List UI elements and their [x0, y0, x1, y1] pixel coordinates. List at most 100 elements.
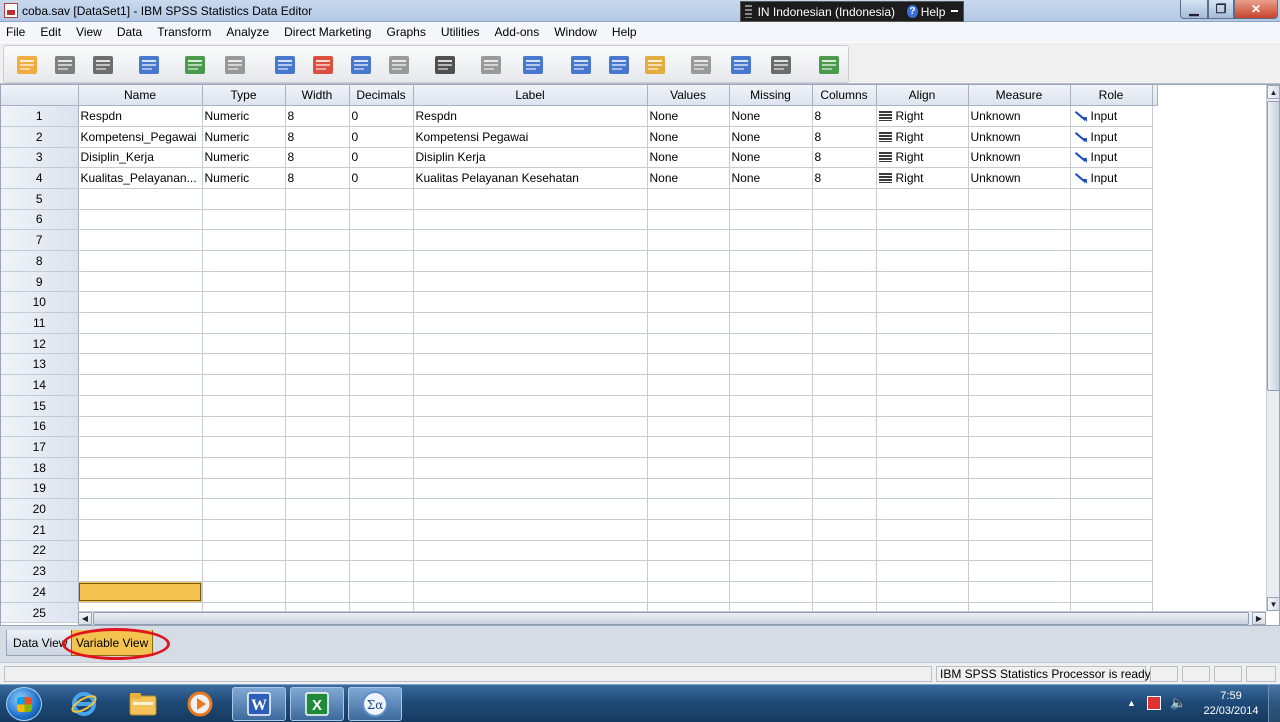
- cell-type[interactable]: [202, 271, 286, 293]
- cell-label[interactable]: [413, 271, 648, 293]
- cell-name[interactable]: [78, 457, 203, 479]
- menu-utilities[interactable]: Utilities: [441, 25, 480, 39]
- cell-missing[interactable]: None: [729, 105, 813, 127]
- cell-align[interactable]: [876, 188, 969, 210]
- column-header-values[interactable]: Values: [647, 85, 730, 107]
- cell-missing[interactable]: [729, 250, 813, 272]
- cell-measure[interactable]: [968, 229, 1071, 251]
- show-hidden-icons-icon[interactable]: ▲: [1127, 698, 1136, 708]
- cell-columns[interactable]: 8: [812, 167, 877, 189]
- cell-width[interactable]: 8: [285, 147, 350, 169]
- cell-missing[interactable]: [729, 374, 813, 396]
- cell-align[interactable]: [876, 457, 969, 479]
- cell-decimals[interactable]: [349, 498, 414, 520]
- cell-align[interactable]: [876, 271, 969, 293]
- cell-columns[interactable]: 8: [812, 147, 877, 169]
- cell-missing[interactable]: [729, 209, 813, 231]
- cell-align[interactable]: [876, 312, 969, 334]
- row-header[interactable]: 9: [1, 271, 79, 293]
- cell-missing[interactable]: [729, 229, 813, 251]
- cell-decimals[interactable]: [349, 519, 414, 541]
- cell-name[interactable]: [78, 250, 203, 272]
- cell-label[interactable]: [413, 229, 648, 251]
- cell-name[interactable]: Kompetensi_Pegawai: [78, 126, 203, 148]
- cell-decimals[interactable]: 0: [349, 147, 414, 169]
- cell-name[interactable]: [78, 291, 203, 314]
- cell-width[interactable]: [285, 478, 350, 500]
- split-file-icon[interactable]: [566, 50, 596, 80]
- cell-name[interactable]: [78, 374, 203, 396]
- cell-missing[interactable]: [729, 457, 813, 479]
- column-header-label[interactable]: Label: [413, 85, 648, 107]
- cell-align[interactable]: [876, 416, 969, 438]
- cell-type[interactable]: [202, 209, 286, 231]
- cell-role[interactable]: [1070, 312, 1153, 334]
- cell-values[interactable]: [647, 250, 730, 272]
- cell-values[interactable]: [647, 209, 730, 231]
- cell-role[interactable]: [1070, 519, 1153, 541]
- cell-width[interactable]: [285, 271, 350, 293]
- word-icon[interactable]: W: [232, 687, 286, 721]
- cell-columns[interactable]: [812, 478, 877, 500]
- cell-align[interactable]: Right: [876, 105, 969, 127]
- row-header[interactable]: 17: [1, 436, 79, 458]
- goto-variable-icon[interactable]: [308, 50, 338, 80]
- cell-role[interactable]: [1070, 333, 1153, 355]
- cell-values[interactable]: [647, 436, 730, 458]
- cell-width[interactable]: [285, 581, 350, 603]
- cell-role[interactable]: [1070, 540, 1153, 562]
- cell-measure[interactable]: [968, 333, 1071, 355]
- cell-role[interactable]: [1070, 250, 1153, 272]
- cell-columns[interactable]: [812, 581, 877, 603]
- cell-role[interactable]: Input: [1070, 167, 1153, 189]
- cell-columns[interactable]: [812, 395, 877, 417]
- row-header[interactable]: 1: [1, 105, 79, 127]
- open-data-icon[interactable]: [12, 50, 42, 80]
- cell-measure[interactable]: Unknown: [968, 167, 1071, 189]
- column-header-missing[interactable]: Missing: [729, 85, 813, 107]
- cell-name[interactable]: [78, 209, 203, 231]
- cell-label[interactable]: [413, 353, 648, 376]
- cell-align[interactable]: [876, 560, 969, 582]
- cell-decimals[interactable]: 0: [349, 126, 414, 148]
- cell-missing[interactable]: [729, 291, 813, 314]
- cell-columns[interactable]: [812, 519, 877, 541]
- cell-role[interactable]: [1070, 581, 1153, 603]
- menu-add-ons[interactable]: Add-ons: [495, 25, 540, 39]
- cell-type[interactable]: [202, 250, 286, 272]
- tab-variable-view[interactable]: Variable View: [71, 630, 154, 656]
- cell-measure[interactable]: [968, 560, 1071, 582]
- cell-missing[interactable]: [729, 395, 813, 417]
- cell-align[interactable]: [876, 209, 969, 231]
- row-header[interactable]: 15: [1, 395, 79, 417]
- internet-explorer-icon[interactable]: [57, 687, 111, 721]
- row-header[interactable]: 11: [1, 312, 79, 334]
- cell-measure[interactable]: [968, 250, 1071, 272]
- cell-measure[interactable]: [968, 436, 1071, 458]
- cell-measure[interactable]: [968, 581, 1071, 603]
- cell-missing[interactable]: None: [729, 126, 813, 148]
- cell-type[interactable]: [202, 478, 286, 500]
- vertical-scroll-thumb[interactable]: [1267, 101, 1279, 391]
- cell-align[interactable]: Right: [876, 126, 969, 148]
- cell-missing[interactable]: [729, 436, 813, 458]
- spss-app-icon[interactable]: [4, 3, 18, 18]
- spell-check-icon[interactable]: [814, 50, 844, 80]
- cell-type[interactable]: Numeric: [202, 167, 286, 189]
- column-header-align[interactable]: Align: [876, 85, 969, 107]
- cell-role[interactable]: [1070, 436, 1153, 458]
- horizontal-scrollbar[interactable]: ◀ ▶: [78, 611, 1266, 625]
- selected-cell[interactable]: [78, 581, 203, 603]
- language-help-button[interactable]: Help: [921, 5, 946, 19]
- cell-label[interactable]: [413, 436, 648, 458]
- cell-type[interactable]: [202, 436, 286, 458]
- cell-type[interactable]: Numeric: [202, 105, 286, 127]
- cell-width[interactable]: [285, 519, 350, 541]
- cell-label[interactable]: [413, 560, 648, 582]
- cell-missing[interactable]: [729, 312, 813, 334]
- cell-decimals[interactable]: [349, 374, 414, 396]
- cell-type[interactable]: [202, 581, 286, 603]
- cell-decimals[interactable]: 0: [349, 167, 414, 189]
- row-header[interactable]: 21: [1, 519, 79, 541]
- menu-graphs[interactable]: Graphs: [386, 25, 425, 39]
